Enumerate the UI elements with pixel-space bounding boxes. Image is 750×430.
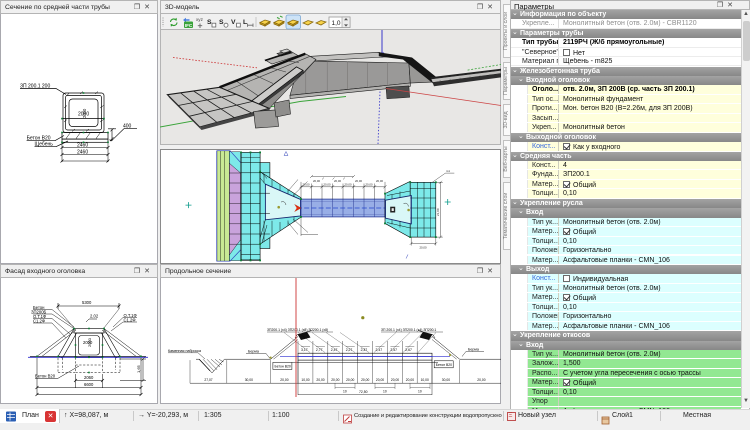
- svg-text:20,00: 20,00: [303, 183, 310, 187]
- svg-text:m1: m1: [446, 169, 450, 173]
- svg-text:20,00: 20,00: [420, 246, 427, 250]
- svg-text:20,00: 20,00: [331, 378, 339, 382]
- svg-text:20,00: 20,00: [316, 378, 324, 382]
- svg-text:Бетон В20: Бетон В20: [275, 364, 291, 368]
- svg-text:2,02: 2,02: [90, 314, 99, 319]
- svg-text:10: 10: [383, 390, 387, 394]
- svg-text:V: V: [231, 19, 236, 26]
- svg-text:2,37: 2,37: [361, 348, 368, 352]
- svg-text:20,00: 20,00: [345, 183, 352, 187]
- svg-text:10,00: 10,00: [301, 378, 309, 382]
- svg-text:20,00: 20,00: [346, 378, 354, 382]
- svg-text:2000: 2000: [87, 337, 92, 347]
- svg-text:20,00: 20,00: [366, 183, 373, 187]
- svg-text:xyz: xyz: [196, 17, 204, 22]
- svg-text:Бетон В20: Бетон В20: [35, 374, 56, 379]
- svg-text:2060: 2060: [84, 375, 94, 380]
- svg-text:27,07: 27,07: [204, 378, 212, 382]
- svg-text:20,00: 20,00: [477, 378, 485, 382]
- svg-text:30,00: 30,00: [442, 378, 450, 382]
- svg-text:1,0: 1,0: [332, 20, 341, 27]
- svg-text:2000: 2000: [82, 108, 87, 118]
- svg-text:Берма: Берма: [468, 348, 479, 352]
- svg-text:Щебень: Щебень: [35, 142, 54, 148]
- svg-text:20,00: 20,00: [376, 179, 383, 183]
- svg-text:20,00: 20,00: [376, 378, 384, 382]
- svg-text:10: 10: [418, 390, 422, 394]
- svg-text:400: 400: [123, 124, 132, 130]
- svg-text:20,00: 20,00: [361, 378, 369, 382]
- svg-text:72,50: 72,50: [359, 390, 368, 394]
- svg-text:5300: 5300: [82, 300, 92, 305]
- svg-text:Берма: Берма: [248, 350, 259, 354]
- svg-text:20,00: 20,00: [334, 179, 341, 183]
- svg-text:Каменная наброска: Каменная наброска: [168, 349, 201, 353]
- svg-text:20,00: 20,00: [313, 179, 320, 183]
- svg-text:ЗП 200.1 (х4) ЗП200.1 (х4) ЗП2: ЗП 200.1 (х4) ЗП200.1 (х4) ЗП200.1: [381, 328, 436, 332]
- svg-text:Бетон В20: Бетон В20: [436, 363, 452, 367]
- svg-text:2460: 2460: [77, 150, 88, 156]
- svg-text:2460: 2460: [77, 142, 88, 148]
- svg-text:6600: 6600: [84, 382, 94, 387]
- svg-text:20,00: 20,00: [406, 378, 414, 382]
- svg-text:1,65: 1,65: [136, 364, 141, 373]
- svg-text:20,00: 20,00: [324, 183, 331, 187]
- svg-text:L: L: [243, 19, 247, 26]
- svg-text:10,00: 10,00: [421, 378, 429, 382]
- svg-text:20,00: 20,00: [280, 378, 288, 382]
- svg-text:2,47: 2,47: [376, 348, 383, 352]
- svg-text:С1.2Ф: С1.2Ф: [33, 319, 45, 324]
- svg-text:S: S: [207, 19, 212, 26]
- svg-text:20,00: 20,00: [391, 378, 399, 382]
- svg-text:30,00: 30,00: [245, 378, 253, 382]
- svg-text:2,67: 2,67: [405, 348, 412, 352]
- svg-text:2,57: 2,57: [390, 348, 397, 352]
- svg-text:10: 10: [343, 390, 347, 394]
- svg-text:С1.2Ф: С1.2Ф: [124, 318, 136, 323]
- svg-text:21,00: 21,00: [436, 208, 440, 216]
- svg-text:ЗП200.1 (х4) ЗП200.1 (х8) ЗП20: ЗП200.1 (х4) ЗП200.1 (х8) ЗП200.1 (х8): [267, 328, 328, 332]
- svg-text:IFC: IFC: [185, 23, 193, 28]
- svg-text:S: S: [219, 19, 224, 26]
- svg-text:ЗП 200.1 200: ЗП 200.1 200: [20, 84, 50, 90]
- svg-text:20,00: 20,00: [355, 179, 362, 183]
